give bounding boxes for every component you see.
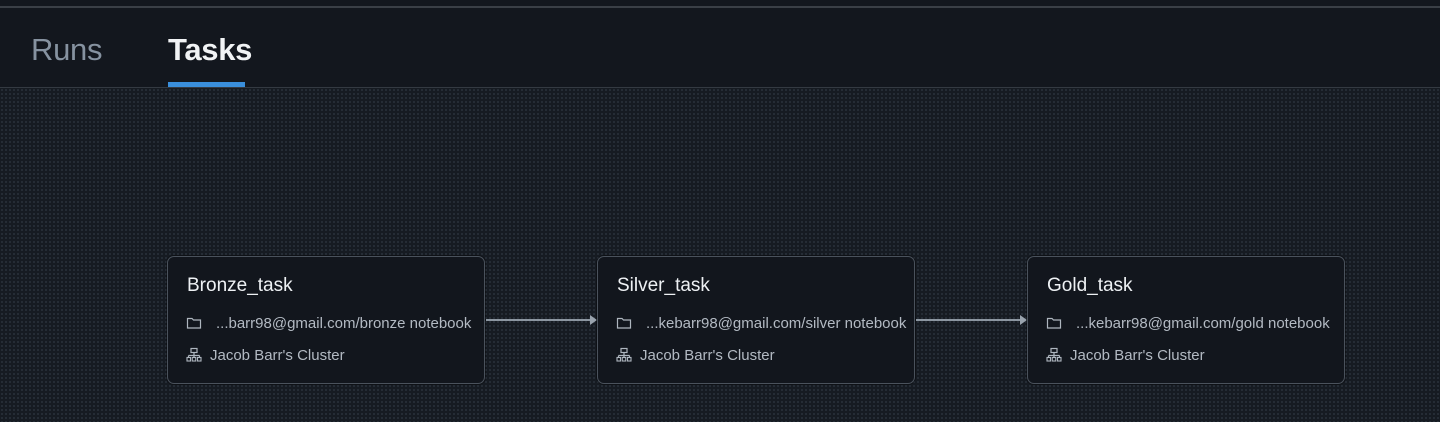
notebook-path-text: ...barr98@gmail.com/bronze notebook [216, 314, 472, 332]
task-node-gold[interactable]: Gold_task ...kebarr98@gmail.com/gold not… [1027, 256, 1345, 384]
notebook-path-text: ...kebarr98@gmail.com/gold notebook [1076, 314, 1330, 332]
tab-bar: Runs Tasks [0, 8, 1440, 88]
tab-runs[interactable]: Runs [31, 30, 102, 70]
cluster-icon [186, 347, 202, 362]
task-notebook-path[interactable]: ...kebarr98@gmail.com/silver notebook [616, 313, 906, 333]
task-title: Gold_task [1047, 275, 1133, 296]
notebook-path-text: ...kebarr98@gmail.com/silver notebook [646, 314, 907, 332]
cluster-name-text: Jacob Barr's Cluster [640, 346, 775, 364]
edge-bronze-to-silver [486, 319, 591, 321]
task-node-silver[interactable]: Silver_task ...kebarr98@gmail.com/silver… [597, 256, 915, 384]
task-title: Silver_task [617, 275, 710, 296]
edge-arrowhead [590, 315, 597, 325]
cluster-icon [616, 347, 632, 362]
folder-icon [616, 317, 632, 329]
edge-arrowhead [1020, 315, 1027, 325]
task-title: Bronze_task [187, 275, 293, 296]
cluster-name-text: Jacob Barr's Cluster [1070, 346, 1205, 364]
task-notebook-path[interactable]: ...kebarr98@gmail.com/gold notebook [1046, 313, 1330, 333]
task-notebook-path[interactable]: ...barr98@gmail.com/bronze notebook [186, 313, 471, 333]
cluster-name-text: Jacob Barr's Cluster [210, 346, 345, 364]
task-cluster[interactable]: Jacob Barr's Cluster [186, 345, 345, 365]
folder-icon [1046, 317, 1062, 329]
active-tab-indicator [168, 82, 245, 87]
cluster-icon [1046, 347, 1062, 362]
folder-icon [186, 317, 202, 329]
task-cluster[interactable]: Jacob Barr's Cluster [616, 345, 775, 365]
task-node-bronze[interactable]: Bronze_task ...barr98@gmail.com/bronze n… [167, 256, 485, 384]
tab-tasks[interactable]: Tasks [168, 30, 252, 70]
edge-silver-to-gold [916, 319, 1021, 321]
task-cluster[interactable]: Jacob Barr's Cluster [1046, 345, 1205, 365]
